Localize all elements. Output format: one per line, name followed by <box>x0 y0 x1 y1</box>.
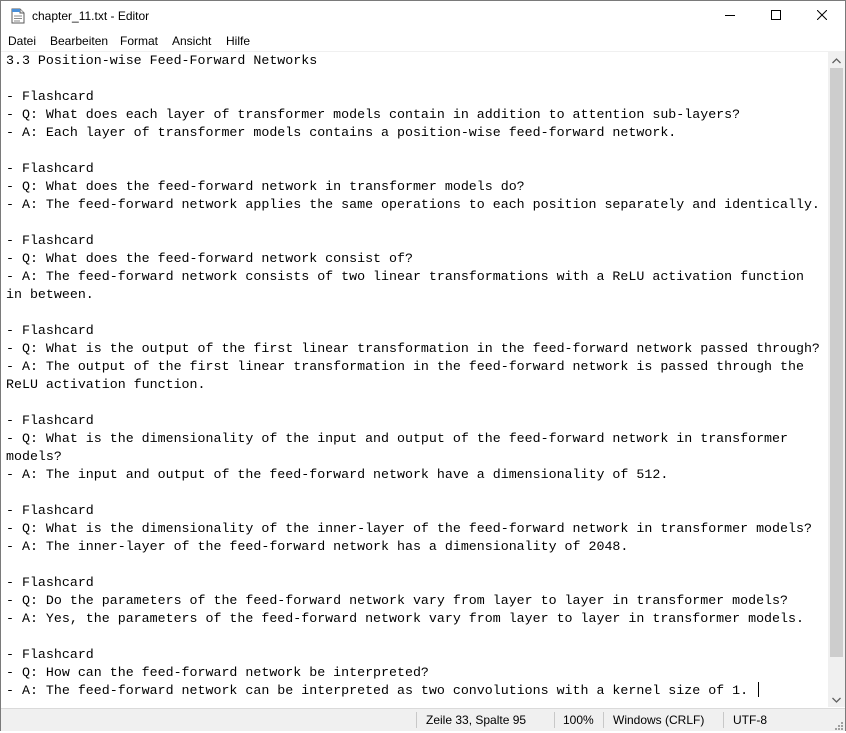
resize-grip-icon[interactable] <box>833 719 843 730</box>
text-line[interactable] <box>6 70 820 88</box>
text-line[interactable]: - Q: What is the dimensionality of the i… <box>6 430 820 448</box>
text-line[interactable]: - Flashcard <box>6 88 820 106</box>
text-line[interactable] <box>6 142 820 160</box>
text-line[interactable] <box>6 484 820 502</box>
close-button[interactable] <box>799 1 845 31</box>
text-line[interactable]: - A: The input and output of the feed-fo… <box>6 466 820 484</box>
text-line[interactable]: - Flashcard <box>6 412 820 430</box>
status-divider <box>554 712 555 728</box>
menu-bar: Datei Bearbeiten Format Ansicht Hilfe <box>1 32 845 51</box>
status-encoding: UTF-8 <box>733 713 767 727</box>
menu-datei[interactable]: Datei <box>8 34 36 48</box>
text-line[interactable]: - Q: What is the dimensionality of the i… <box>6 520 820 538</box>
menu-format[interactable]: Format <box>120 34 158 48</box>
text-line[interactable]: models? <box>6 448 820 466</box>
status-divider <box>723 712 724 728</box>
text-line[interactable] <box>6 304 820 322</box>
text-line[interactable]: - A: The feed-forward network applies th… <box>6 196 820 214</box>
text-line[interactable] <box>6 214 820 232</box>
editor-window: chapter_11.txt - Editor Datei Bearbeiten… <box>0 0 846 731</box>
text-caret <box>758 682 760 697</box>
maximize-icon <box>771 7 781 25</box>
status-zoom: 100% <box>563 713 594 727</box>
scroll-up-button[interactable] <box>828 51 845 68</box>
scroll-down-button[interactable] <box>828 690 845 707</box>
status-divider <box>603 712 604 728</box>
text-line[interactable]: in between. <box>6 286 820 304</box>
menu-ansicht[interactable]: Ansicht <box>172 34 211 48</box>
title-bar[interactable]: chapter_11.txt - Editor <box>1 1 845 31</box>
status-divider <box>416 712 417 728</box>
status-cursor-position: Zeile 33, Spalte 95 <box>426 713 527 727</box>
scroll-up-arrow-icon <box>832 51 841 69</box>
text-line[interactable]: - Flashcard <box>6 232 820 250</box>
scroll-down-arrow-icon <box>832 690 841 708</box>
text-line[interactable]: - Flashcard <box>6 322 820 340</box>
text-editor[interactable]: 3.3 Position-wise Feed-Forward Networks -… <box>1 51 828 708</box>
text-line[interactable]: - Q: What does the feed-forward network … <box>6 178 820 196</box>
minimize-icon <box>725 7 735 25</box>
minimize-button[interactable] <box>707 1 753 31</box>
text-line[interactable] <box>6 394 820 412</box>
text-line[interactable]: - A: The inner-layer of the feed-forward… <box>6 538 820 556</box>
text-line[interactable]: - Flashcard <box>6 502 820 520</box>
status-line-ending: Windows (CRLF) <box>613 713 705 727</box>
vertical-scrollbar[interactable] <box>828 51 845 707</box>
text-line[interactable]: - A: Yes, the parameters of the feed-for… <box>6 610 820 628</box>
editor-text[interactable]: 3.3 Position-wise Feed-Forward Networks -… <box>6 52 820 700</box>
text-line[interactable]: - A: The feed-forward network can be int… <box>6 682 820 700</box>
text-line[interactable]: 3.3 Position-wise Feed-Forward Networks <box>6 52 820 70</box>
window-title: chapter_11.txt - Editor <box>32 9 150 23</box>
close-icon <box>816 7 828 25</box>
menu-bearbeiten[interactable]: Bearbeiten <box>50 34 108 48</box>
text-line[interactable]: - Q: What does the feed-forward network … <box>6 250 820 268</box>
text-line[interactable] <box>6 628 820 646</box>
text-line[interactable]: ReLU activation function. <box>6 376 820 394</box>
text-line[interactable]: - Q: Do the parameters of the feed-forwa… <box>6 592 820 610</box>
status-bar: Zeile 33, Spalte 95 100% Windows (CRLF) … <box>1 708 845 731</box>
text-line[interactable]: - A: The feed-forward network consists o… <box>6 268 820 286</box>
text-line[interactable]: - A: The output of the first linear tran… <box>6 358 820 376</box>
maximize-button[interactable] <box>753 1 799 31</box>
notepad-icon <box>11 8 25 24</box>
text-line[interactable]: - A: Each layer of transformer models co… <box>6 124 820 142</box>
text-line[interactable]: - Flashcard <box>6 574 820 592</box>
text-line[interactable]: - Q: What does each layer of transformer… <box>6 106 820 124</box>
menu-hilfe[interactable]: Hilfe <box>226 34 250 48</box>
text-line[interactable] <box>6 556 820 574</box>
scroll-thumb[interactable] <box>830 68 843 657</box>
text-line[interactable]: - Flashcard <box>6 646 820 664</box>
text-line[interactable]: - Q: How can the feed-forward network be… <box>6 664 820 682</box>
text-line[interactable]: - Q: What is the output of the first lin… <box>6 340 820 358</box>
text-line[interactable]: - Flashcard <box>6 160 820 178</box>
